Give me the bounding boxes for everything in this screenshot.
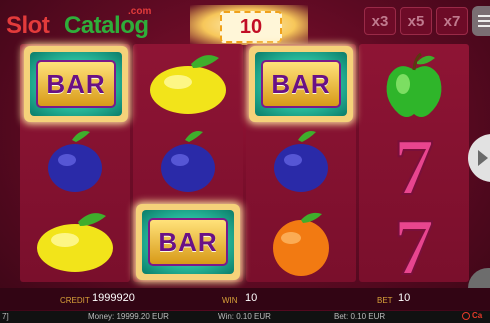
- footer-win: Win: 0.10 EUR: [218, 312, 271, 321]
- win-value: 10: [245, 292, 258, 304]
- multiplier-x5: x5: [400, 7, 432, 35]
- bet-value: 10: [398, 292, 411, 304]
- spin-button[interactable]: [468, 134, 490, 182]
- brand-icon: [462, 311, 470, 320]
- plum-icon: [48, 131, 102, 192]
- bar-symbol: BAR: [136, 204, 240, 280]
- multiplier-x3: x3: [364, 7, 396, 35]
- brand-text: Ca: [472, 311, 483, 320]
- logo-com-text: .com: [128, 6, 152, 17]
- footer-left: 7]: [2, 312, 9, 321]
- footer-money: Money: 19999.20 EUR: [88, 312, 169, 321]
- bet-label: BET: [377, 296, 393, 305]
- seven-label: 7: [394, 124, 434, 202]
- bar-label: BAR: [158, 226, 218, 257]
- plum-icon: [274, 131, 328, 192]
- bar-label: BAR: [271, 68, 331, 99]
- win-label: WIN: [222, 296, 238, 305]
- seven-icon: 7: [393, 204, 435, 282]
- brand-logo: Ca: [462, 311, 482, 320]
- plum-icon: [161, 131, 215, 192]
- marquee-value: 10: [220, 11, 282, 43]
- seven-icon: 7: [393, 124, 435, 202]
- logo-slot-text: Slot: [6, 12, 50, 39]
- credit-label: CREDIT: [60, 296, 90, 305]
- menu-button[interactable]: [472, 6, 490, 36]
- bar-label: BAR: [46, 68, 106, 99]
- bar-symbol: BAR: [24, 46, 128, 122]
- bar-symbol: BAR: [249, 46, 353, 122]
- credit-value: 1999920: [92, 292, 135, 304]
- orange-icon: [273, 212, 329, 276]
- seven-label: 7: [394, 204, 434, 282]
- multiplier-x7: x7: [436, 7, 468, 35]
- lemon-icon: [150, 55, 226, 114]
- play-icon: [478, 150, 488, 166]
- apple-icon: [386, 52, 442, 117]
- win-marquee: 10: [190, 5, 308, 45]
- footer-bet: Bet: 0.10 EUR: [334, 312, 386, 321]
- lemon-icon: [37, 213, 113, 272]
